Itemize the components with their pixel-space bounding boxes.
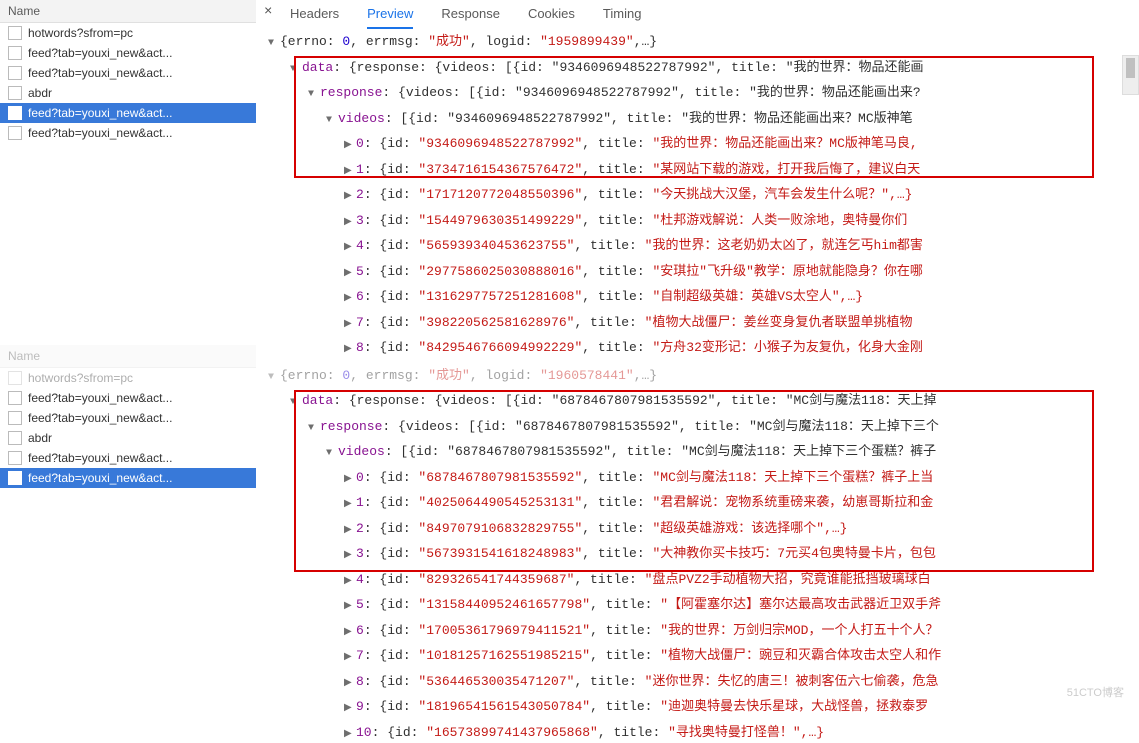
request-row[interactable]: feed?tab=youxi_new&act... — [0, 468, 256, 488]
request-row[interactable]: feed?tab=youxi_new&act... — [0, 63, 256, 83]
request-name: feed?tab=youxi_new&act... — [28, 46, 172, 60]
expand-toggle[interactable] — [344, 468, 354, 492]
file-icon — [8, 86, 22, 100]
expand-toggle[interactable] — [308, 417, 318, 441]
file-icon — [8, 391, 22, 405]
expand-toggle[interactable] — [344, 697, 354, 721]
expand-toggle[interactable] — [344, 519, 354, 543]
request-name: feed?tab=youxi_new&act... — [28, 66, 172, 80]
expand-toggle[interactable] — [344, 493, 354, 517]
expand-toggle[interactable] — [344, 211, 354, 235]
request-row[interactable]: feed?tab=youxi_new&act... — [0, 448, 256, 468]
file-icon — [8, 126, 22, 140]
video-row[interactable]: 3: {id: "1544979630351499229", title: "杜… — [260, 209, 1139, 235]
video-row[interactable]: 1: {id: "3734716154367576472", title: "某… — [260, 158, 1139, 184]
tab-preview[interactable]: Preview — [367, 6, 413, 29]
video-row[interactable]: 1: {id: "4025064490545253131", title: "君… — [260, 491, 1139, 517]
video-row[interactable]: 8: {id: "536446530035471207", title: "迷你… — [260, 670, 1139, 696]
tab-response[interactable]: Response — [441, 6, 500, 29]
file-icon — [8, 431, 22, 445]
expand-toggle[interactable] — [344, 160, 354, 184]
expand-toggle[interactable] — [344, 646, 354, 670]
close-icon[interactable]: × — [264, 4, 272, 20]
request-name: feed?tab=youxi_new&act... — [28, 391, 172, 405]
watermark: 51CTO博客 — [1067, 684, 1124, 700]
expand-toggle[interactable] — [344, 236, 354, 260]
expand-toggle[interactable] — [344, 338, 354, 362]
video-row[interactable]: 9: {id: "18196541561543050784", title: "… — [260, 695, 1139, 721]
request-row[interactable]: feed?tab=youxi_new&act... — [0, 408, 256, 428]
request-row[interactable]: feed?tab=youxi_new&act... — [0, 103, 256, 123]
file-icon — [8, 471, 22, 485]
preview-pane: {errno: 0, errmsg: "成功", logid: "1959899… — [260, 30, 1139, 743]
video-row[interactable]: 8: {id: "8429546766094992229", title: "方… — [260, 336, 1139, 362]
video-row[interactable]: 5: {id: "2977586025030888016", title: "安… — [260, 260, 1139, 286]
tab-headers[interactable]: Headers — [290, 6, 339, 29]
video-row[interactable]: 6: {id: "1316297757251281608", title: "自… — [260, 285, 1139, 311]
request-name: feed?tab=youxi_new&act... — [28, 106, 172, 120]
expand-toggle[interactable] — [326, 442, 336, 466]
video-row[interactable]: 0: {id: "6878467807981535592", title: "M… — [260, 466, 1139, 492]
expand-toggle[interactable] — [344, 595, 354, 619]
request-row[interactable]: feed?tab=youxi_new&act... — [0, 43, 256, 63]
expand-toggle[interactable] — [344, 723, 354, 743]
request-name: feed?tab=youxi_new&act... — [28, 451, 172, 465]
request-row[interactable]: hotwords?sfrom=pc — [0, 368, 256, 388]
video-row[interactable]: 7: {id: "398220562581628976", title: "植物… — [260, 311, 1139, 337]
request-row[interactable]: feed?tab=youxi_new&act... — [0, 388, 256, 408]
name-column-header[interactable]: Name — [0, 345, 256, 368]
expand-toggle[interactable] — [344, 262, 354, 286]
file-icon — [8, 66, 22, 80]
name-column-header[interactable]: Name — [0, 0, 256, 23]
request-name: hotwords?sfrom=pc — [28, 371, 133, 385]
video-row[interactable]: 2: {id: "1717120772048550396", title: "今… — [260, 183, 1139, 209]
video-row[interactable]: 7: {id: "10181257162551985215", title: "… — [260, 644, 1139, 670]
expand-toggle[interactable] — [344, 570, 354, 594]
expand-toggle[interactable] — [344, 544, 354, 568]
request-name: feed?tab=youxi_new&act... — [28, 471, 172, 485]
expand-toggle[interactable] — [344, 621, 354, 645]
expand-toggle[interactable] — [344, 672, 354, 696]
expand-toggle[interactable] — [344, 313, 354, 337]
request-row[interactable]: abdr — [0, 428, 256, 448]
file-icon — [8, 106, 22, 120]
file-icon — [8, 411, 22, 425]
file-icon — [8, 371, 22, 385]
request-name: abdr — [28, 86, 52, 100]
video-row[interactable]: 3: {id: "5673931541618248983", title: "大… — [260, 542, 1139, 568]
request-row[interactable]: feed?tab=youxi_new&act... — [0, 123, 256, 143]
request-name: feed?tab=youxi_new&act... — [28, 126, 172, 140]
video-row[interactable]: 4: {id: "829326541744359687", title: "盘点… — [260, 568, 1139, 594]
expand-toggle[interactable] — [290, 58, 300, 82]
request-name: hotwords?sfrom=pc — [28, 26, 133, 40]
file-icon — [8, 451, 22, 465]
video-row[interactable]: 5: {id: "13158440952461657798", title: "… — [260, 593, 1139, 619]
expand-toggle[interactable] — [290, 391, 300, 415]
request-list-panel: Name hotwords?sfrom=pc feed?tab=youxi_new… — [0, 0, 256, 143]
video-row[interactable]: 4: {id: "565939340453623755", title: "我的… — [260, 234, 1139, 260]
request-list-panel-2: Name hotwords?sfrom=pc feed?tab=youxi_new… — [0, 345, 256, 488]
request-name: abdr — [28, 431, 52, 445]
expand-toggle[interactable] — [326, 109, 336, 133]
expand-toggle[interactable] — [344, 185, 354, 209]
request-row[interactable]: abdr — [0, 83, 256, 103]
file-icon — [8, 46, 22, 60]
expand-toggle[interactable] — [308, 83, 318, 107]
expand-toggle[interactable] — [344, 134, 354, 158]
request-row[interactable]: hotwords?sfrom=pc — [0, 23, 256, 43]
request-name: feed?tab=youxi_new&act... — [28, 411, 172, 425]
video-row[interactable]: 2: {id: "8497079106832829755", title: "超… — [260, 517, 1139, 543]
tab-cookies[interactable]: Cookies — [528, 6, 575, 29]
video-row[interactable]: 10: {id: "16573899741437965868", title: … — [260, 721, 1139, 743]
expand-toggle[interactable] — [344, 287, 354, 311]
video-row[interactable]: 6: {id: "17005361796979411521", title: "… — [260, 619, 1139, 645]
video-row[interactable]: 0: {id: "9346096948522787992", title: "我… — [260, 132, 1139, 158]
tab-timing[interactable]: Timing — [603, 6, 642, 29]
expand-toggle[interactable] — [268, 32, 278, 56]
file-icon — [8, 26, 22, 40]
